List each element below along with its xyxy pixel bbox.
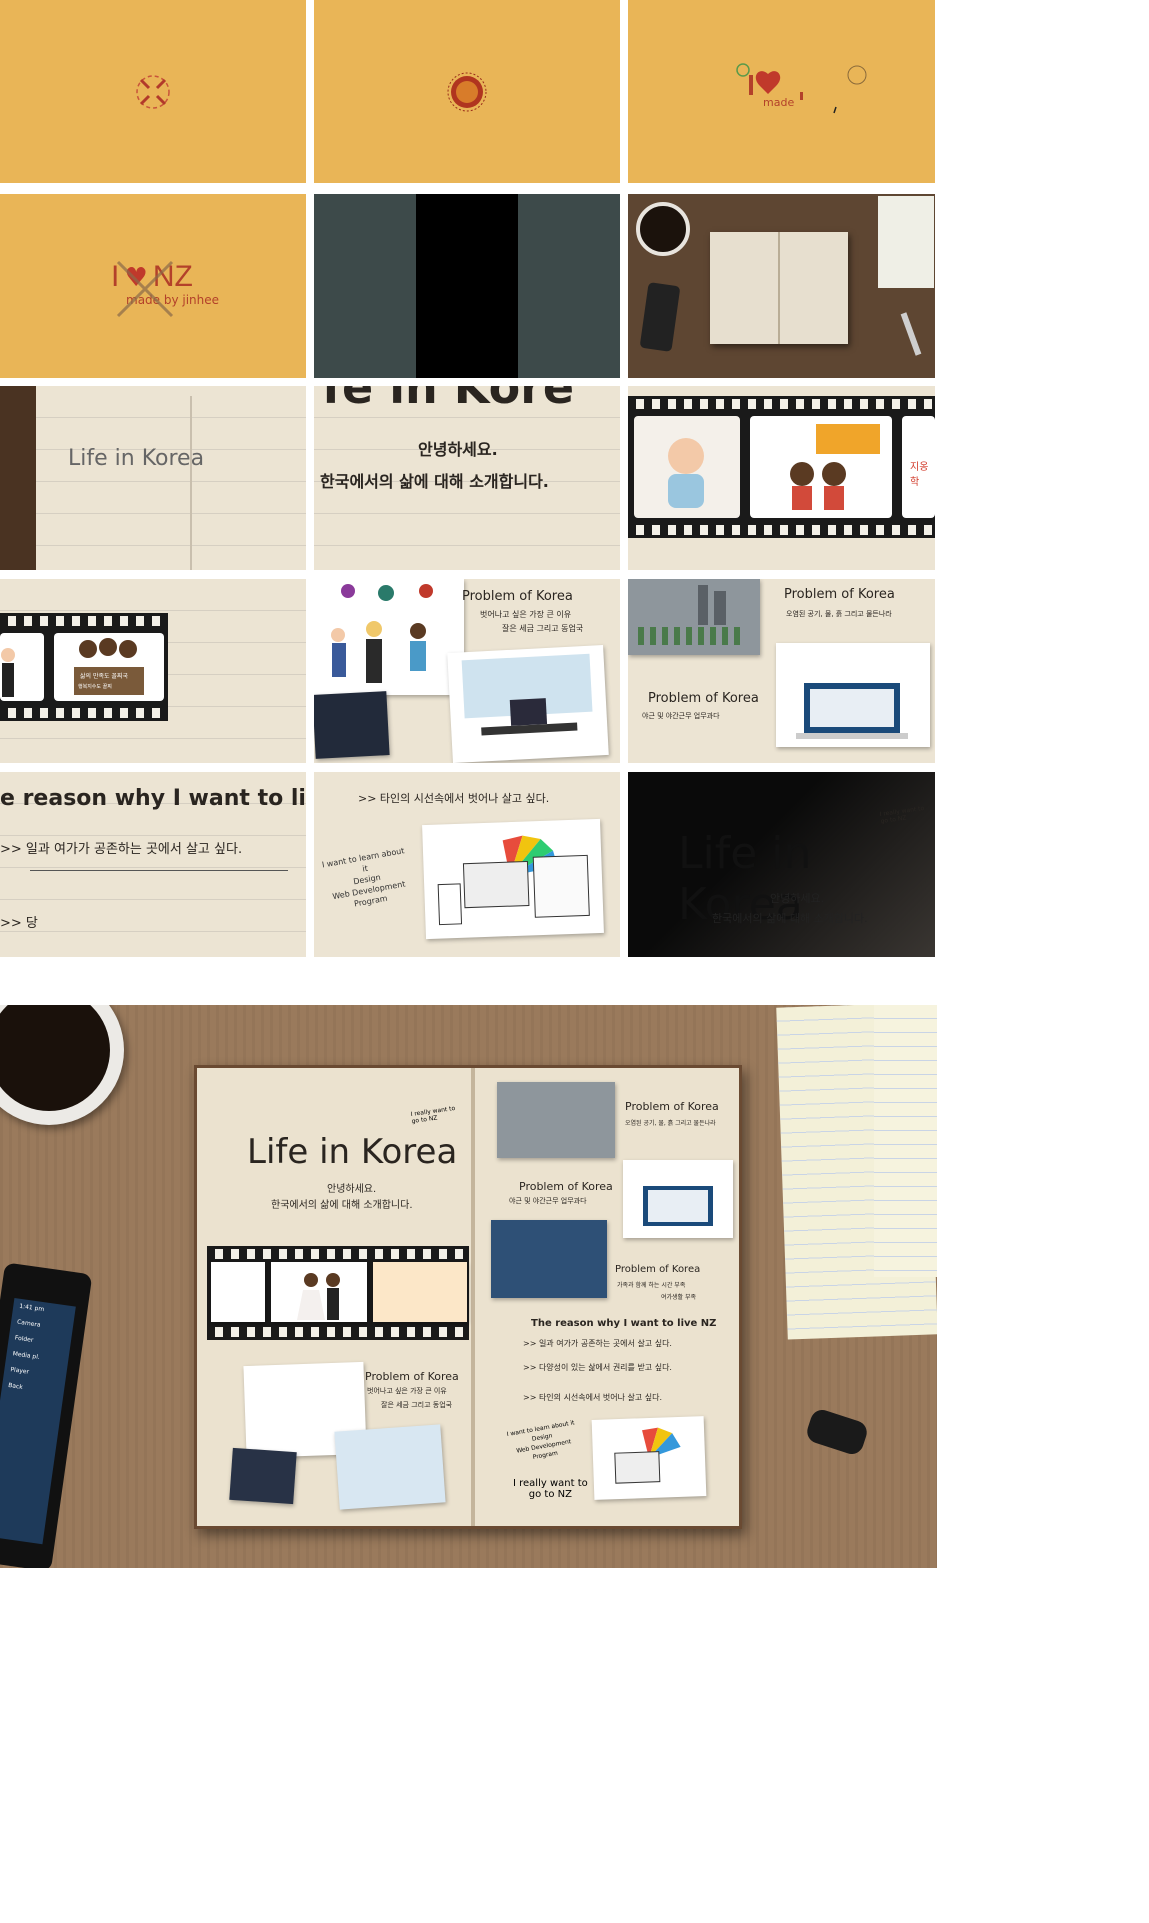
phone: 1:41 pm Camera Folder Media pl. Player B…	[0, 1262, 93, 1568]
phone-small	[639, 282, 681, 352]
corner-note: I really want to go to NZ	[879, 804, 925, 826]
greeting-dark: 안녕하세요.	[770, 892, 825, 905]
wood-edge	[0, 386, 36, 570]
storyboard-frame-7: Life in Korea	[0, 386, 306, 570]
problem-desc-1: 벗어나고 싶은 가장 큰 이유	[480, 610, 572, 619]
problem-title: Problem of Korea	[784, 587, 895, 602]
coffee-cup	[0, 1005, 124, 1125]
coffee	[0, 1005, 110, 1111]
open-notebook: Life in Korea 안녕하세요. 한국에서의 삶에 대해 소개합니다. …	[194, 1065, 742, 1529]
problem-desc-1: 야근 및 야간근무 업무과다	[509, 1197, 587, 1205]
reason-title-fragment: e reason why I want to live	[0, 786, 306, 811]
storyboard-frame-12: Problem of Korea 오염된 공기, 물, 흙 그리고 물든나라 P…	[628, 579, 935, 763]
black-curtain	[416, 194, 518, 378]
phone-screen: 1:41 pm Camera Folder Media pl. Player B…	[0, 1297, 76, 1545]
problem-title: Problem of Korea	[625, 1100, 719, 1113]
learn-note: I want to learn about it Design Web Deve…	[321, 846, 407, 909]
film-cell-groom	[0, 633, 44, 701]
party-illustration	[314, 579, 464, 695]
notebook-intro: 한국에서의 삶에 대해 소개합니다.	[271, 1200, 413, 1211]
title-fragment: fe in Kore	[322, 386, 575, 414]
reason-item-3: >> 타인의 시선속에서 벗어나 살고 싶다.	[523, 1393, 663, 1402]
film-cell-baby	[634, 416, 740, 518]
storyboard-frame-10: 삶의 만족도 꼴찌국 행복지수도 꼴찌	[0, 579, 306, 763]
reason-item-1: >> 일과 여가가 공존하는 곳에서 살고 싶다.	[0, 842, 243, 857]
storyboard-frame-13: e reason why I want to live >> 일과 여가가 공존…	[0, 772, 306, 957]
night-photo	[229, 1447, 297, 1505]
prison-photo	[491, 1220, 607, 1298]
city-crowd-photo	[628, 579, 760, 655]
underline	[30, 870, 288, 871]
storyboard-frame-11: Problem of Korea 벗어나고 싶은 가장 큰 이유 잘은 세금 그…	[314, 579, 620, 763]
side-label: 지옹학	[910, 462, 929, 488]
final-scene: 1:41 pm Camera Folder Media pl. Player B…	[0, 1005, 937, 1568]
reason-item-2: >> 다양성이 있는 삶에서 권리를 받고 싶다.	[523, 1363, 672, 1372]
greeting-text: 안녕하세요.	[418, 440, 498, 459]
problem-desc-1: 야근 및 야간근무 업무과다	[642, 712, 720, 720]
laptop-photo	[623, 1160, 733, 1238]
night-illustration	[314, 691, 390, 759]
problem-desc-1: 오염된 공기, 물, 흙 그리고 물든나라	[786, 610, 892, 618]
problem-desc-1: 가족과 함께 하는 시간 부족	[617, 1282, 686, 1289]
problem-title: Problem of Korea	[365, 1370, 459, 1383]
notebook-title: Life in Korea	[247, 1132, 458, 1172]
storyboard-frame-14: >> 타인의 시선속에서 벗어나 살고 싶다. I want to learn …	[314, 772, 620, 957]
storyboard-frame-4: I ♥ NZ made by jinhee	[0, 194, 306, 378]
film-cell-crowd: 삶의 만족도 꼴찌국 행복지수도 꼴찌	[54, 633, 164, 701]
logo-made-text: made	[763, 96, 795, 109]
banner-line-2: 행복지수도 꼴찌	[78, 684, 112, 690]
intro-text: 한국에서의 삶에 대해 소개합니다.	[320, 472, 549, 491]
problem-desc-2: 잘은 세금 그리고 동업국	[502, 624, 584, 633]
notebook-greeting: 안녕하세요.	[327, 1184, 377, 1195]
problem-desc-1: 벗어나고 싶은 가장 큰 이유	[367, 1387, 447, 1395]
paper-sheet-front	[874, 1005, 937, 1277]
laptop-photo	[776, 643, 930, 747]
problem-title: Problem of Korea	[648, 691, 759, 706]
film-cell-school	[750, 416, 892, 518]
intro-dark: 한국에서의 삶에 대해 소개합니다.	[712, 912, 868, 925]
target-circle-icon	[447, 72, 487, 112]
cross-out-icon	[116, 260, 174, 318]
storyboard-frame-15: Life in Korea 안녕하세요. 한국에서의 삶에 대해 소개합니다. …	[628, 772, 935, 957]
closing-note: I really want to go to NZ	[513, 1478, 588, 1500]
design-photo	[591, 1416, 707, 1500]
office-illustration	[447, 644, 609, 763]
problem-title: Problem of Korea	[519, 1180, 613, 1193]
city-photo	[497, 1082, 615, 1158]
problem-desc-2: 잘은 세금 그리고 동업국	[381, 1401, 453, 1409]
office-photo	[334, 1424, 446, 1510]
storyboard-frame-2	[314, 0, 620, 183]
storyboard-frame-1	[0, 0, 306, 183]
learn-note: I want to learn about it Design Web Deve…	[506, 1419, 576, 1461]
page-divider	[190, 396, 192, 570]
paper-sheet	[878, 196, 934, 288]
pen	[900, 312, 922, 356]
problem-desc-2: 여가생활 부족	[661, 1294, 697, 1301]
banner-line-1: 삶의 만족도 꼴찌국	[80, 673, 128, 680]
storyboard-frame-3: made	[628, 0, 935, 183]
notebook-spine	[471, 1068, 475, 1526]
storyboard-frame-5	[314, 194, 620, 378]
storyboard-frame-8: fe in Kore 안녕하세요. 한국에서의 삶에 대해 소개합니다.	[314, 386, 620, 570]
reason-item-1: >> 일과 여가가 공존하는 곳에서 살고 싶다.	[523, 1339, 672, 1348]
film-cell-crowd	[373, 1262, 467, 1322]
frame-title: Life in Korea	[68, 446, 205, 471]
film-cell-wedding	[271, 1262, 367, 1322]
problem-desc-1: 오염된 공기, 물, 흙 그리고 물든나라	[625, 1120, 716, 1127]
reason-item-3: >> 타인의 시선속에서 벗어나 살고 싶다.	[358, 792, 550, 805]
marker-cap	[804, 1406, 870, 1458]
notebook-spine	[778, 232, 780, 344]
coffee-cup	[636, 202, 690, 256]
film-cell-office	[211, 1262, 265, 1322]
problem-title: Problem of Korea	[615, 1264, 701, 1275]
reason-short: >> 당	[0, 916, 38, 931]
problem-title: Problem of Korea	[462, 589, 573, 604]
corner-note: I really want to go to NZ	[410, 1104, 456, 1126]
storyboard-frame-6	[628, 194, 935, 378]
reason-title: The reason why I want to live NZ	[531, 1318, 717, 1329]
storyboard-frame-9: 지옹학	[628, 386, 935, 570]
crosshair-icon	[136, 75, 170, 109]
design-devices-photo	[422, 818, 604, 940]
logo-assembling-icon	[736, 63, 867, 114]
